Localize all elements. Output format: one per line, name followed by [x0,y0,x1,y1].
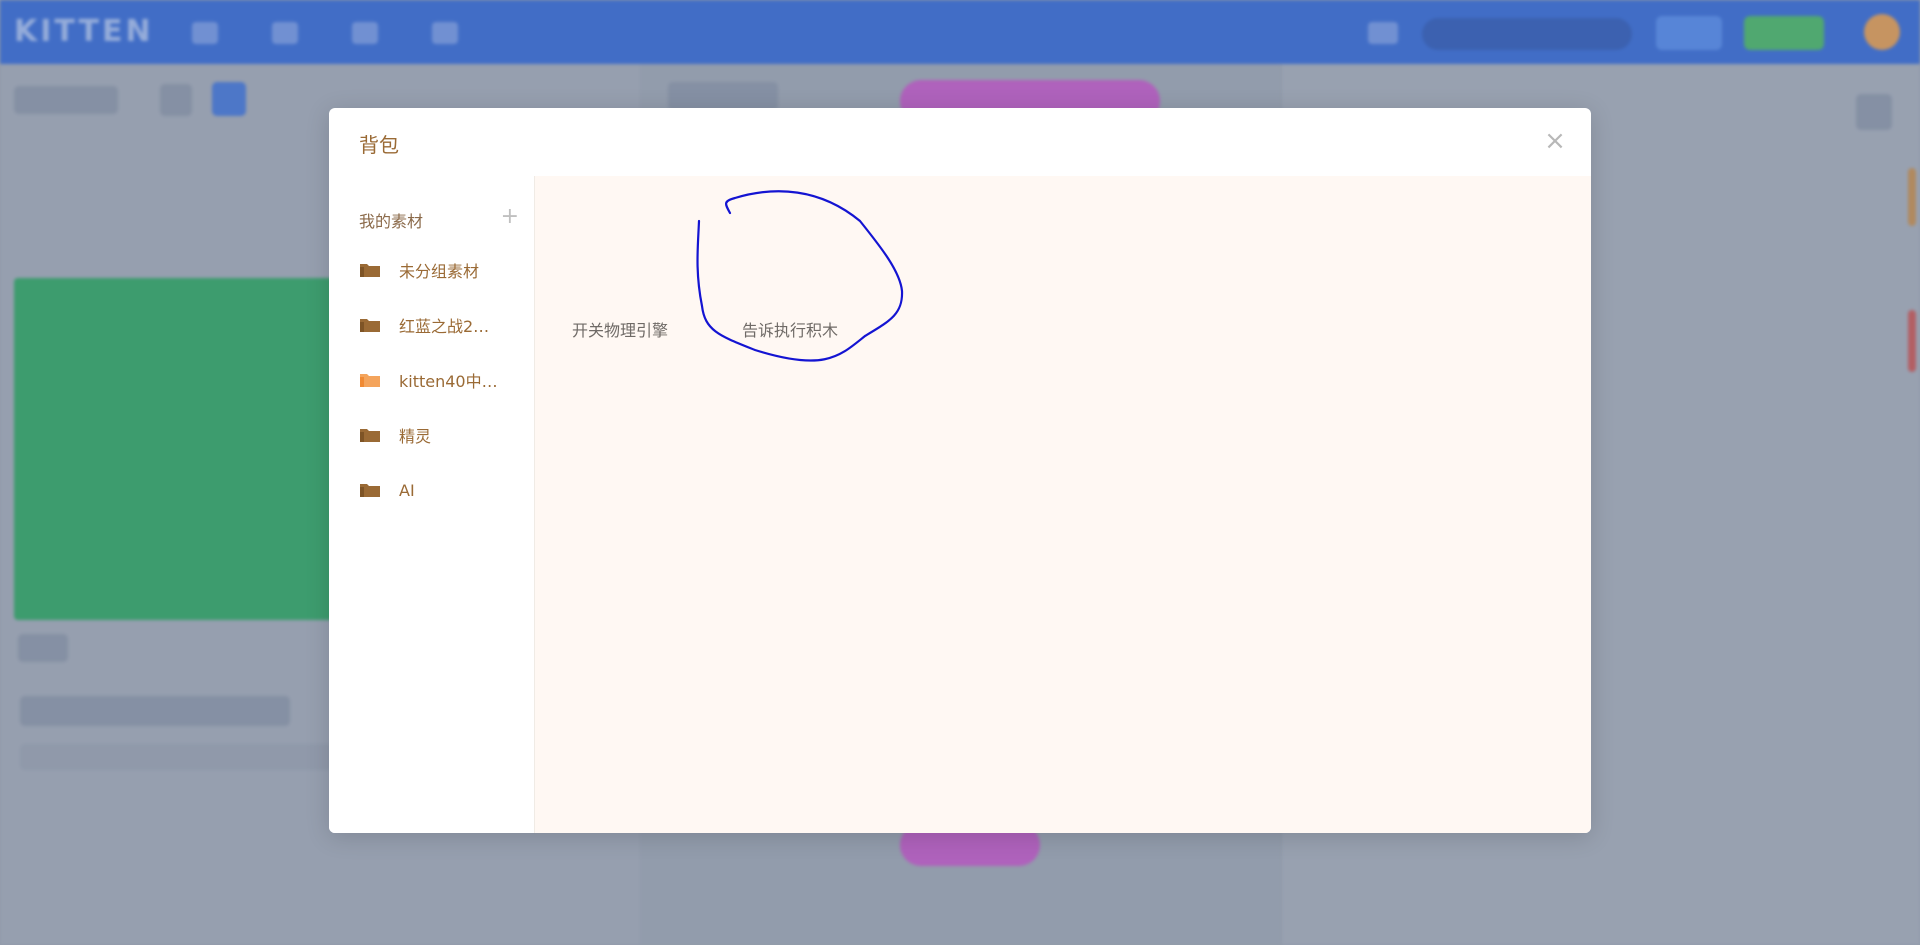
sidebar-item-label: kitten40中… [399,372,498,391]
close-icon[interactable]: × [1543,128,1567,154]
hand-drawn-circle-annotation [696,190,904,362]
sidebar-item-label: 精灵 [399,427,432,446]
asset-item-tell-execute-block[interactable]: 告诉执行积木 [742,317,838,341]
my-assets-label: 我的素材 [359,212,424,231]
sidebar-item-kitten40[interactable]: kitten40中… [359,366,509,394]
folder-icon [359,317,381,333]
modal-header: 背包 × [329,108,1591,177]
backpack-modal: 背包 × 我的素材 + 未分组素材 红蓝之战2… kitten40中… 精灵 A… [329,108,1591,833]
asset-sidebar: 我的素材 + 未分组素材 红蓝之战2… kitten40中… 精灵 AI [329,176,535,833]
sidebar-item-label: 红蓝之战2… [399,317,490,336]
sidebar-item-ungrouped[interactable]: 未分组素材 [359,256,509,284]
add-folder-button[interactable]: + [501,204,519,229]
modal-title: 背包 [359,133,399,157]
asset-content-area: 开关物理引擎 告诉执行积木 [535,176,1591,833]
my-assets-header: 我的素材 + [359,204,519,232]
folder-icon [359,262,381,278]
folder-icon [359,427,381,443]
sidebar-item-label: 未分组素材 [399,262,480,281]
sidebar-item-label: AI [399,480,415,500]
sidebar-item-ai[interactable]: AI [359,476,509,504]
folder-icon [359,482,381,498]
sidebar-item-sprites[interactable]: 精灵 [359,421,509,449]
sidebar-item-red-blue-battle[interactable]: 红蓝之战2… [359,311,509,339]
folder-open-icon [359,372,381,388]
asset-item-toggle-physics[interactable]: 开关物理引擎 [572,317,668,341]
